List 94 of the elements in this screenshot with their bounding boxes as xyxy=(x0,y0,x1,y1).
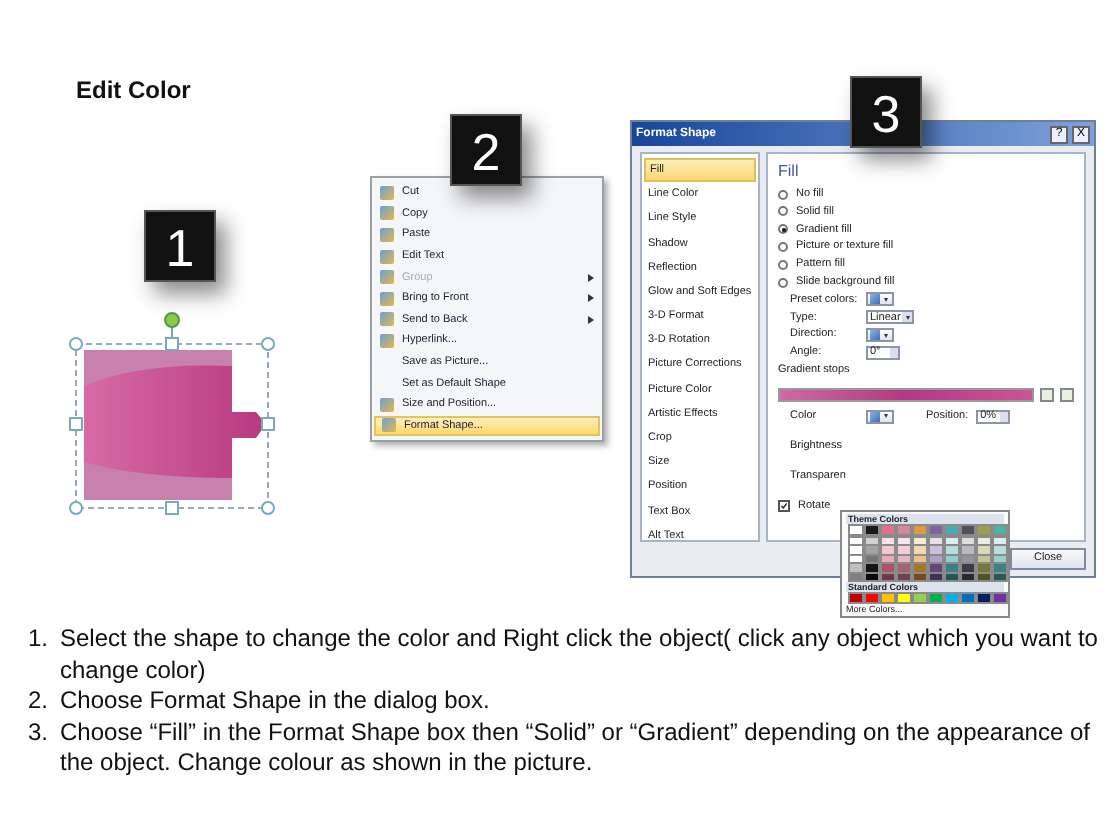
color-swatch[interactable] xyxy=(866,573,878,580)
color-swatch[interactable] xyxy=(962,564,974,571)
color-swatch[interactable] xyxy=(898,594,910,601)
color-swatch[interactable] xyxy=(978,555,990,562)
color-swatch[interactable] xyxy=(882,526,894,533)
color-swatch[interactable] xyxy=(978,594,990,601)
color-swatch[interactable] xyxy=(850,537,862,544)
color-swatch[interactable] xyxy=(850,526,862,533)
color-swatch[interactable] xyxy=(962,546,974,553)
color-swatch[interactable] xyxy=(994,526,1006,533)
color-swatch[interactable] xyxy=(962,594,974,601)
color-swatch[interactable] xyxy=(898,564,910,571)
color-swatch[interactable] xyxy=(914,526,926,533)
step-number-label: 1. xyxy=(28,624,51,655)
color-swatch[interactable] xyxy=(930,573,942,580)
color-swatch[interactable] xyxy=(930,537,942,544)
add-stop-icon[interactable] xyxy=(1040,387,1054,402)
color-swatch[interactable] xyxy=(946,555,958,562)
color-swatch[interactable] xyxy=(850,546,862,553)
color-swatch[interactable] xyxy=(898,526,910,533)
color-swatch[interactable] xyxy=(946,573,958,580)
color-swatch[interactable] xyxy=(882,594,894,601)
color-swatch[interactable] xyxy=(914,564,926,571)
step-number: 3 xyxy=(850,76,922,148)
instruction-step: Choose “Fill” in the Format Shape box then “Solid” or “Gradient” depending on the appearance of the object. Change colour as shown in the picture. xyxy=(60,717,1112,779)
radio-button[interactable] xyxy=(778,277,788,288)
color-swatch[interactable] xyxy=(898,546,910,553)
color-swatch[interactable] xyxy=(994,594,1006,601)
color-swatch[interactable] xyxy=(930,546,942,553)
color-swatch[interactable] xyxy=(882,537,894,544)
color-swatch[interactable] xyxy=(914,546,926,553)
color-swatch[interactable] xyxy=(882,573,894,580)
color-swatch[interactable] xyxy=(994,537,1006,544)
color-swatch[interactable] xyxy=(914,555,926,562)
color-swatch[interactable] xyxy=(978,564,990,571)
color-swatch[interactable] xyxy=(962,526,974,533)
color-swatch[interactable] xyxy=(946,526,958,533)
color-dropdown[interactable] xyxy=(866,328,894,343)
color-swatch[interactable] xyxy=(866,564,878,571)
color-swatch[interactable] xyxy=(994,546,1006,553)
radio-button[interactable] xyxy=(778,189,788,200)
color-swatch[interactable] xyxy=(962,555,974,562)
pane-heading: Fill xyxy=(778,160,801,184)
color-swatch[interactable] xyxy=(978,526,990,533)
color-swatch[interactable] xyxy=(866,526,878,533)
color-swatch[interactable] xyxy=(946,537,958,544)
gradient-bar[interactable] xyxy=(778,387,1034,402)
slide-title: Edit Color xyxy=(76,74,191,108)
color-swatch[interactable] xyxy=(866,546,878,553)
color-swatch[interactable] xyxy=(930,594,942,601)
color-swatch[interactable] xyxy=(994,573,1006,580)
color-dropdown[interactable] xyxy=(866,292,894,307)
step-number: 2 xyxy=(450,114,522,186)
color-swatch[interactable] xyxy=(882,555,894,562)
color-swatch[interactable] xyxy=(850,555,862,562)
color-swatch[interactable] xyxy=(850,573,862,580)
radio-button[interactable] xyxy=(778,206,788,217)
radio-button[interactable] xyxy=(778,242,788,253)
color-swatch[interactable] xyxy=(850,594,862,601)
color-swatch[interactable] xyxy=(914,537,926,544)
color-swatch[interactable] xyxy=(914,573,926,580)
color-swatch[interactable] xyxy=(978,546,990,553)
step-number-label: 3. xyxy=(28,717,51,748)
color-swatch[interactable] xyxy=(930,564,942,571)
color-swatch[interactable] xyxy=(898,573,910,580)
color-swatch[interactable] xyxy=(946,564,958,571)
radio-button[interactable] xyxy=(778,224,788,235)
color-swatch[interactable] xyxy=(898,537,910,544)
color-swatch[interactable] xyxy=(898,555,910,562)
color-swatch[interactable] xyxy=(866,594,878,601)
step-number-label: 2. xyxy=(28,686,51,717)
color-swatch[interactable] xyxy=(946,594,958,601)
color-swatch[interactable] xyxy=(962,537,974,544)
instruction-step: Select the shape to change the color and Right click the object( click any object which you want to change color) xyxy=(60,624,1112,686)
checkbox[interactable] xyxy=(778,499,790,512)
color-swatch[interactable] xyxy=(978,537,990,544)
remove-stop-icon[interactable] xyxy=(1060,387,1074,402)
color-swatch[interactable] xyxy=(882,564,894,571)
color-swatch[interactable] xyxy=(882,546,894,553)
color-swatch[interactable] xyxy=(866,537,878,544)
radio-button[interactable] xyxy=(778,259,788,270)
color-swatch[interactable] xyxy=(978,573,990,580)
color-swatch[interactable] xyxy=(946,546,958,553)
color-swatch[interactable] xyxy=(914,594,926,601)
color-swatch[interactable] xyxy=(994,555,1006,562)
color-swatch[interactable] xyxy=(866,555,878,562)
step-number: 1 xyxy=(144,210,216,282)
instruction-step: Choose Format Shape in the dialog box. xyxy=(60,686,490,717)
color-swatch[interactable] xyxy=(930,555,942,562)
color-swatch[interactable] xyxy=(994,564,1006,571)
color-swatch[interactable] xyxy=(930,526,942,533)
color-dropdown[interactable] xyxy=(866,409,894,424)
color-swatch[interactable] xyxy=(962,573,974,580)
color-swatch[interactable] xyxy=(850,564,862,571)
